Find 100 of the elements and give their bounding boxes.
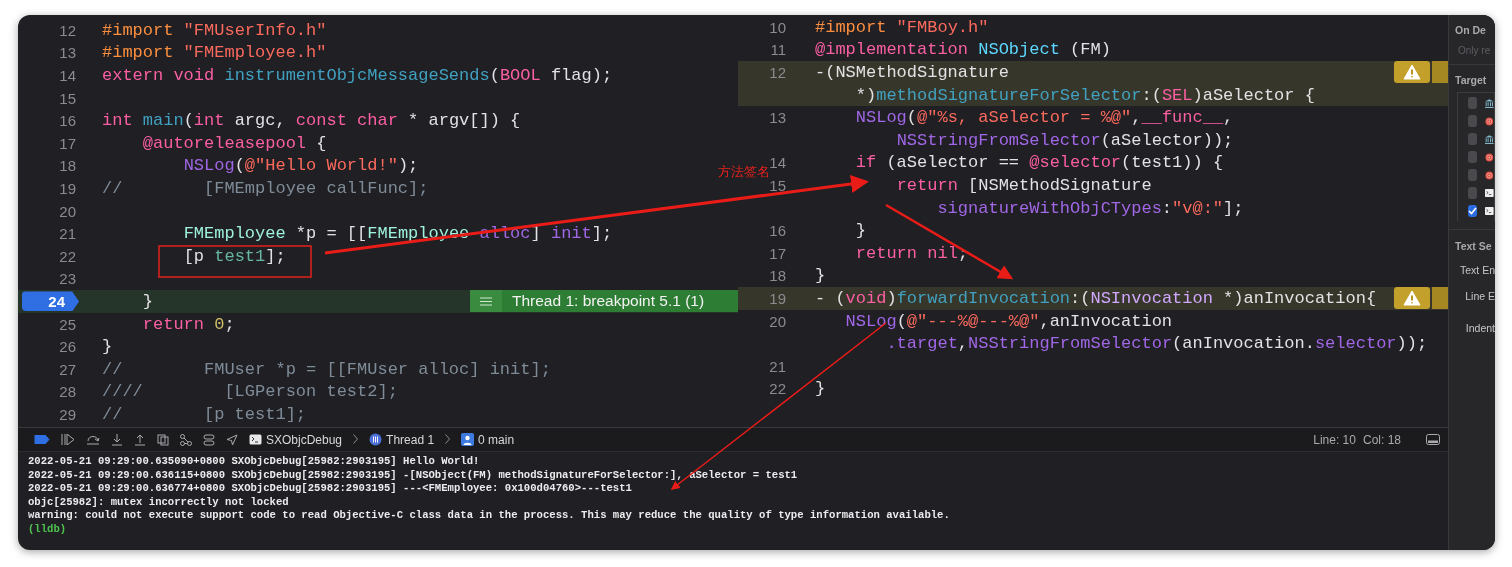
code-line: - (void)forwardInvocation:(NSInvocation *)anInvocation{: [815, 288, 1377, 308]
graph-icon[interactable]: [180, 433, 192, 446]
code-line: //// [LGPerson test2];: [102, 382, 398, 402]
line-number: 25: [59, 315, 76, 333]
line-number: 16: [59, 112, 76, 130]
line-number: 15: [769, 176, 786, 194]
code-line: #import "FMBoy.h": [815, 17, 989, 37]
code-line: if (aSelector == @selector(test1)) {: [855, 153, 1224, 173]
console-prompt: (lldb): [28, 522, 68, 537]
checkbox[interactable]: [1468, 187, 1478, 199]
menu-icon[interactable]: [470, 290, 502, 313]
line-number: 14: [59, 67, 76, 84]
section-title: Text Se: [1449, 229, 1495, 252]
warning-icon: [1403, 290, 1421, 307]
line-number: 19: [59, 179, 76, 197]
field-label: Text En: [1459, 264, 1495, 276]
warning-button[interactable]: [1394, 61, 1430, 84]
continue-icon[interactable]: [61, 434, 75, 445]
checkbox[interactable]: [1468, 205, 1478, 217]
code-line: NSLog(@"Hello World!");: [183, 156, 419, 176]
console-line: 2022-05-21 09:29:00.635090+0800 SXObjcDebug[25982:2903195] Hello World!: [28, 455, 481, 469]
warning-icon: [1403, 64, 1421, 81]
step-over-icon[interactable]: [86, 434, 100, 445]
step-out-icon[interactable]: [134, 433, 146, 446]
code-line: signatureWithObjCTypes:"v@:"];: [937, 198, 1244, 218]
checkbox[interactable]: [1468, 133, 1478, 145]
warning-strip: [1432, 61, 1448, 84]
code-line: // [p test1];: [102, 404, 307, 424]
breadcrumb-item[interactable]: 0 main: [478, 432, 515, 447]
line-number: 11: [770, 41, 786, 59]
line-number: 27: [59, 360, 76, 378]
section-title: Target: [1454, 73, 1488, 86]
line-number: 18: [59, 157, 76, 175]
warning-strip: [1432, 287, 1448, 310]
line-number: 15: [59, 89, 76, 107]
checkbox[interactable]: [1468, 151, 1478, 163]
code-line: return 0;: [142, 314, 235, 334]
code-line: extern void instrumentObjcMessageSends(BOOL flag);: [102, 66, 613, 85]
line-number: 16: [769, 222, 786, 240]
console-line: warning: could not execute support code to read Objective-C class data in the process. This may reduce the quality of type information available.: [28, 509, 951, 523]
breakpoint-marker[interactable]: 24: [22, 291, 79, 312]
line-indicator: Line: 10: [1313, 432, 1356, 447]
panel-toggle-icon[interactable]: [1426, 434, 1440, 445]
breakpoint-banner: Thread 1: breakpoint 5.1 (1): [502, 290, 738, 313]
thread-icon: [369, 433, 383, 446]
terminal-icon: [249, 434, 262, 445]
code-line: }: [815, 266, 826, 286]
code-line: NSLog(@"---%@---%@",anInvocation: [845, 311, 1173, 331]
line-number: 21: [59, 225, 76, 243]
line-number: 23: [59, 270, 76, 288]
line-number: 21: [769, 357, 786, 375]
code-line: }: [102, 337, 113, 357]
line-number: 13: [769, 109, 786, 127]
line-number: 17: [59, 134, 76, 152]
code-line: #import "FMEmployee.h": [102, 43, 327, 63]
field-label: Line E: [1465, 290, 1495, 302]
warning-button[interactable]: [1394, 287, 1430, 310]
column-indicator: Col: 18: [1362, 432, 1401, 447]
line-number: 28: [59, 383, 76, 401]
layers-icon[interactable]: [157, 433, 169, 446]
code-line: }: [815, 379, 826, 399]
checkbox[interactable]: [1468, 97, 1478, 109]
target-icon: [1485, 115, 1494, 127]
line-number: 20: [769, 312, 786, 330]
target-icon: [1485, 151, 1494, 163]
console-line: objc[25982]: mutex incorrectly not locked: [28, 495, 290, 510]
breadcrumb-item[interactable]: SXObjcDebug: [266, 432, 343, 447]
code-line: NSLog(@"%s, aSelector = %@",__func__,: [855, 108, 1234, 128]
line-number: 13: [59, 44, 76, 62]
code-line: // FMUser *p = [[FMUser alloc] init];: [102, 359, 551, 379]
target-icon: [1485, 169, 1494, 181]
line-number: 22: [769, 380, 786, 398]
step-into-icon[interactable]: [111, 433, 123, 446]
code-line: .target,NSStringFromSelector(anInvocation.selector));: [886, 334, 1428, 354]
person-icon: [461, 433, 475, 446]
columns-icon: [1485, 133, 1494, 145]
line-number: 10: [769, 18, 786, 36]
line-number: 12: [59, 21, 76, 39]
code-line: }: [142, 291, 153, 311]
line-number: 19: [769, 289, 786, 307]
line-number: 26: [59, 338, 76, 356]
checkbox[interactable]: [1468, 169, 1478, 181]
code-line: }: [855, 221, 866, 241]
line-number: 22: [59, 247, 76, 265]
code-line: -(NSMethodSignature: [815, 63, 1009, 82]
annotation-label: 方法签名: [718, 163, 770, 181]
sliders-icon[interactable]: [203, 433, 215, 446]
section-title: On De: [1454, 23, 1487, 36]
breakpoints-toggle[interactable]: [34, 435, 50, 444]
checkbox[interactable]: [1468, 115, 1478, 127]
location-icon[interactable]: [226, 433, 238, 446]
code-line: [p test1];: [183, 246, 286, 266]
code-line: // [FMEmployee callFunc];: [102, 178, 429, 198]
code-line: NSStringFromSelector(aSelector));: [896, 130, 1234, 150]
line-number: 20: [59, 202, 76, 220]
breadcrumb-item[interactable]: Thread 1: [386, 432, 435, 447]
console-line: 2022-05-21 09:29:00.636115+0800 SXObjcDebug[25982:2903195] -[NSObject(FM) methodSignatureForSelector:], aSelector = test1: [28, 468, 799, 483]
code-line: @autoreleasepool {: [142, 133, 327, 153]
field-label: Indent: [1465, 322, 1495, 334]
code-line: int main(int argc, const char * argv[]) {: [102, 111, 521, 131]
